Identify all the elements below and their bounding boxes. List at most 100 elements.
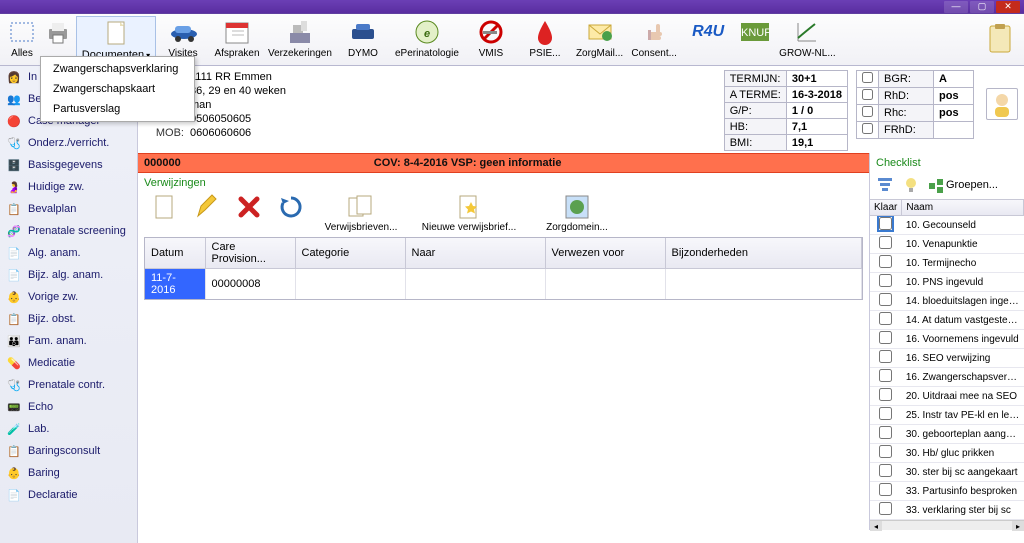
nieuwe-verwijsbrief-button[interactable]: Nieuwe verwijsbrief... bbox=[414, 193, 524, 233]
checklist-checkbox[interactable] bbox=[879, 255, 892, 268]
col-care[interactable]: Care Provision... bbox=[205, 238, 295, 269]
checklist-checkbox[interactable] bbox=[879, 217, 892, 230]
minimize-button[interactable]: — bbox=[944, 1, 968, 13]
nav-prenatalecontr[interactable]: 🩺Prenatale contr. bbox=[0, 374, 137, 396]
scroll-right-icon[interactable]: ▸ bbox=[1012, 521, 1024, 531]
referrals-grid[interactable]: Datum Care Provision... Categorie Naar V… bbox=[144, 237, 863, 300]
checklist-row[interactable]: 33. Partusinfo besproken bbox=[870, 482, 1024, 501]
psie-button[interactable]: PSIE... bbox=[518, 16, 572, 61]
checklist-row[interactable]: 16. Zwangerschapsverkla... bbox=[870, 368, 1024, 387]
idea-button[interactable] bbox=[902, 175, 922, 195]
vmis-button[interactable]: VMIS bbox=[464, 16, 518, 61]
checklist-row[interactable]: 30. geboorteplan aangek... bbox=[870, 425, 1024, 444]
checklist-row[interactable]: 25. Instr tav PE-kl en leve... bbox=[870, 406, 1024, 425]
col-naar[interactable]: Naar bbox=[405, 238, 545, 269]
edit-button[interactable] bbox=[190, 193, 224, 221]
close-button[interactable]: ✕ bbox=[996, 1, 1020, 13]
checklist-checkbox[interactable] bbox=[879, 426, 892, 439]
new-button[interactable] bbox=[148, 193, 182, 221]
checklist-checkbox[interactable] bbox=[879, 236, 892, 249]
alles-button[interactable]: Alles bbox=[4, 16, 40, 61]
table-row[interactable]: 11-7-2016 00000008 bbox=[145, 269, 862, 300]
checklist-checkbox[interactable] bbox=[879, 331, 892, 344]
checklist-checkbox[interactable] bbox=[879, 369, 892, 382]
col-verwezen[interactable]: Verwezen voor bbox=[545, 238, 665, 269]
checklist-checkbox[interactable] bbox=[879, 464, 892, 477]
rhc-checkbox[interactable] bbox=[862, 106, 873, 117]
nav-basis[interactable]: 🗄️Basisgegevens bbox=[0, 154, 137, 176]
col-naam[interactable]: Naam bbox=[902, 200, 1024, 216]
maximize-button[interactable]: ▢ bbox=[970, 1, 994, 13]
refresh-button[interactable] bbox=[274, 193, 308, 221]
nav-baringsconsult[interactable]: 📋Baringsconsult bbox=[0, 440, 137, 462]
nav-vorigezw[interactable]: 👶Vorige zw. bbox=[0, 286, 137, 308]
menu-zwangerschapskaart[interactable]: Zwangerschapskaart bbox=[43, 79, 192, 99]
filter-button[interactable] bbox=[876, 175, 896, 195]
r4u-icon: R4U bbox=[694, 18, 722, 46]
frhd-checkbox[interactable] bbox=[862, 123, 873, 134]
checklist-row[interactable]: 33. verklaring ster bij sc bbox=[870, 501, 1024, 520]
nav-medicatie[interactable]: 💊Medicatie bbox=[0, 352, 137, 374]
checklist-checkbox[interactable] bbox=[879, 388, 892, 401]
checklist-row[interactable]: 14. At datum vastgesteld ... bbox=[870, 311, 1024, 330]
checklist-checkbox[interactable] bbox=[879, 350, 892, 363]
r4u-button[interactable]: R4U bbox=[681, 16, 735, 48]
checklist-row[interactable]: 10. Venapunktie bbox=[870, 235, 1024, 254]
checklist-checkbox[interactable] bbox=[879, 293, 892, 306]
checklist-row[interactable]: 30. Hb/ gluc prikken bbox=[870, 444, 1024, 463]
checklist-row[interactable]: 14. bloeduitslagen ingev... bbox=[870, 292, 1024, 311]
nav-prenatale-screening[interactable]: 🧬Prenatale screening bbox=[0, 220, 137, 242]
groepen-button[interactable]: Groepen... bbox=[928, 177, 998, 193]
nav-bevalplan[interactable]: 📋Bevalplan bbox=[0, 198, 137, 220]
col-categorie[interactable]: Categorie bbox=[295, 238, 405, 269]
checklist-row[interactable]: 20. Uitdraai mee na SEO bbox=[870, 387, 1024, 406]
menu-partusverslag[interactable]: Partusverslag bbox=[43, 99, 192, 119]
checklist-checkbox[interactable] bbox=[879, 502, 892, 515]
grownl-button[interactable]: GROW-NL... bbox=[775, 16, 839, 61]
nav-lab[interactable]: 🧪Lab. bbox=[0, 418, 137, 440]
delete-button[interactable] bbox=[232, 193, 266, 221]
menu-zwangerschapsverklaring[interactable]: Zwangerschapsverklaring bbox=[43, 59, 192, 79]
nav-bijzalg[interactable]: 📄Bijz. alg. anam. bbox=[0, 264, 137, 286]
nav-alganam[interactable]: 📄Alg. anam. bbox=[0, 242, 137, 264]
col-bijz[interactable]: Bijzonderheden bbox=[665, 238, 862, 269]
checklist-row[interactable]: 16. Voornemens ingevuld bbox=[870, 330, 1024, 349]
nav-declaratie[interactable]: 📄Declaratie bbox=[0, 484, 137, 506]
col-klaar[interactable]: Klaar bbox=[870, 200, 902, 216]
checklist-checkbox[interactable] bbox=[879, 274, 892, 287]
nav-baring[interactable]: 👶Baring bbox=[0, 462, 137, 484]
checklist-item-label: 25. Instr tav PE-kl en leve... bbox=[902, 406, 1024, 425]
visites-button[interactable]: Visites bbox=[156, 16, 210, 61]
printer-button[interactable] bbox=[40, 16, 76, 48]
nav-famanam[interactable]: 👪Fam. anam. bbox=[0, 330, 137, 352]
rhd-checkbox[interactable] bbox=[862, 89, 873, 100]
checklist-row[interactable]: 10. PNS ingevuld bbox=[870, 273, 1024, 292]
afspraken-button[interactable]: Afspraken bbox=[210, 16, 264, 61]
checklist-row[interactable]: 30. ster bij sc aangekaart bbox=[870, 463, 1024, 482]
nav-echo[interactable]: 📟Echo bbox=[0, 396, 137, 418]
checklist-row[interactable]: 10. Termijnecho bbox=[870, 254, 1024, 273]
checklist-row[interactable]: 16. SEO verwijzing bbox=[870, 349, 1024, 368]
checklist-checkbox[interactable] bbox=[879, 445, 892, 458]
bgr-checkbox[interactable] bbox=[862, 72, 873, 83]
eperinatologie-button[interactable]: e ePerinatologie bbox=[390, 16, 464, 61]
checklist-checkbox[interactable] bbox=[879, 483, 892, 496]
zorgdomein-button[interactable]: Zorgdomein... bbox=[532, 193, 622, 233]
checklist-checkbox[interactable] bbox=[879, 407, 892, 420]
zorgmail-button[interactable]: ZorgMail... bbox=[572, 16, 627, 61]
nav-onderz[interactable]: 🩺Onderz./verricht. bbox=[0, 132, 137, 154]
avatar[interactable] bbox=[986, 88, 1018, 120]
consent-button[interactable]: Consent... bbox=[627, 16, 681, 61]
dymo-button[interactable]: DYMO bbox=[336, 16, 390, 61]
horizontal-scrollbar[interactable]: ◂ ▸ bbox=[870, 520, 1024, 530]
nav-bijzobst[interactable]: 📋Bijz. obst. bbox=[0, 308, 137, 330]
nav-huidige[interactable]: 🤰Huidige zw. bbox=[0, 176, 137, 198]
knuf-button[interactable]: KNUF bbox=[735, 16, 775, 48]
clipboard-icon[interactable] bbox=[984, 22, 1016, 54]
verzekeringen-button[interactable]: Verzekeringen bbox=[264, 16, 336, 61]
verwijsbrieven-button[interactable]: Verwijsbrieven... bbox=[316, 193, 406, 233]
col-datum[interactable]: Datum bbox=[145, 238, 205, 269]
checklist-row[interactable]: 10. Gecounseld bbox=[870, 216, 1024, 235]
scroll-left-icon[interactable]: ◂ bbox=[870, 521, 882, 531]
checklist-checkbox[interactable] bbox=[879, 312, 892, 325]
